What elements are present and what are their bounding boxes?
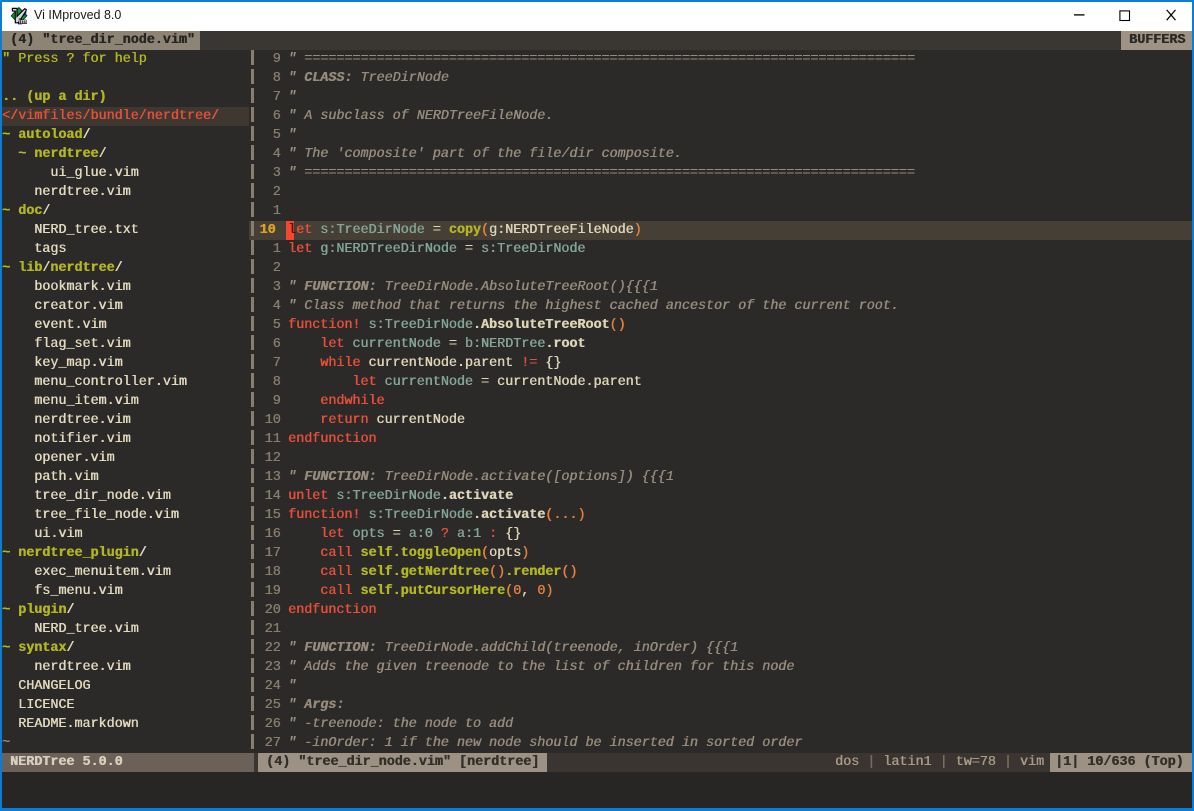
svg-text:im: im xyxy=(19,19,27,25)
